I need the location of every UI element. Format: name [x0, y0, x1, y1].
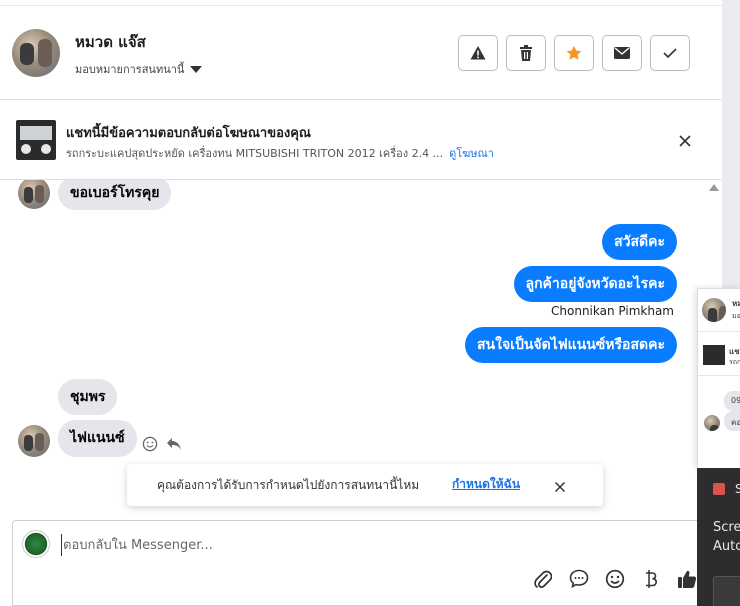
baht-icon — [644, 569, 658, 593]
incoming-message[interactable]: ไฟแนนซ์ — [58, 420, 137, 457]
scroll-up-arrow-icon[interactable] — [709, 184, 719, 191]
popup-button[interactable] — [713, 576, 740, 606]
notification-popup[interactable]: S Scre Auto — [697, 468, 740, 606]
trash-icon — [519, 45, 533, 61]
attach-button[interactable] — [531, 569, 554, 592]
overlapping-window[interactable]: หม มอ แช รถก 09 คอ — [697, 288, 740, 468]
contact-name[interactable]: หมวด แจ๊ส — [75, 30, 146, 54]
mark-unread-button[interactable] — [602, 35, 642, 71]
emoji-button[interactable] — [603, 569, 626, 592]
ad-banner-description: รถกระบะแคปสุดประหยัด เครื่องทน MITSUBISH… — [66, 144, 494, 162]
popup-text: Auto — [713, 539, 740, 554]
reply-icon[interactable] — [166, 436, 182, 456]
popup-title: S — [735, 482, 740, 496]
contact-avatar-small — [18, 180, 50, 209]
ad-reply-banner: แชทนี้มีข้อความตอบกลับต่อโฆษณาของคุณ รถก… — [0, 100, 722, 180]
incoming-message[interactable]: ชุมพร — [58, 379, 118, 415]
chat-bubble-icon — [569, 569, 589, 592]
close-ad-banner-button[interactable] — [678, 133, 692, 152]
popup-text: Scre — [713, 520, 740, 535]
app-icon — [713, 483, 725, 495]
caret-down-icon — [190, 65, 203, 73]
assign-to-me-link[interactable]: กำหนดให้ฉัน — [452, 475, 520, 494]
assign-dropdown[interactable]: มอบหมายการสนทนานี้ — [75, 60, 203, 78]
conversation-header: หมวด แจ๊ส มอบหมายการสนทนานี้ — [0, 6, 722, 100]
snippet-text: หม — [732, 299, 740, 308]
star-button[interactable] — [554, 35, 594, 71]
smile-icon — [605, 569, 625, 593]
spam-button[interactable] — [458, 35, 498, 71]
warning-icon — [470, 45, 486, 61]
outgoing-message[interactable]: สวัสดีคะ — [602, 224, 677, 260]
ad-description-text: รถกระบะแคปสุดประหยัด เครื่องทน MITSUBISH… — [66, 147, 444, 160]
check-icon — [663, 47, 677, 59]
star-icon — [566, 45, 582, 61]
like-button[interactable] — [675, 569, 698, 592]
outgoing-message[interactable]: สนใจเป็นจัดไฟแนนซ์หรือสดคะ — [465, 327, 677, 363]
envelope-icon — [614, 47, 630, 59]
mark-done-button[interactable] — [650, 35, 690, 71]
contact-avatar[interactable] — [12, 29, 60, 77]
close-icon — [554, 478, 566, 497]
close-icon — [678, 133, 692, 152]
view-ad-link[interactable]: ดูโฆษณา — [449, 147, 494, 160]
snippet-text: มอ — [732, 312, 740, 320]
ad-thumbnail — [703, 345, 725, 365]
incoming-message[interactable]: ขอเบอร์โทรคุย — [58, 180, 172, 210]
assign-prompt: คุณต้องการได้รับการกำหนดไปยังการสนทนานี้… — [127, 464, 603, 506]
close-assign-prompt-button[interactable] — [554, 478, 566, 497]
assign-label: มอบหมายการสนทนานี้ — [75, 63, 185, 76]
outgoing-message[interactable]: ลูกค้าอยู่จังหวัดอะไรคะ — [513, 266, 677, 302]
snippet-text: 09 — [731, 396, 740, 405]
message-actions — [142, 436, 182, 456]
reply-input[interactable] — [61, 534, 661, 556]
sender-name: Chonnikan Pimkham — [551, 304, 674, 318]
snippet-text: รถก — [729, 358, 740, 366]
ad-banner-title: แชทนี้มีข้อความตอบกลับต่อโฆษณาของคุณ — [66, 126, 311, 141]
contact-avatar-small — [18, 425, 50, 457]
page-avatar — [22, 530, 50, 558]
paperclip-icon — [533, 569, 552, 593]
inbox-conversation: หมวด แจ๊ส มอบหมายการสนทนานี้ แชทนี้มีข้อ… — [0, 0, 740, 606]
snippet-text: คอ — [731, 418, 740, 427]
payment-button[interactable] — [639, 569, 662, 592]
composer-tools — [531, 569, 698, 592]
thumbs-up-icon — [677, 569, 697, 593]
assign-prompt-text: คุณต้องการได้รับการกำหนดไปยังการสนทนานี้… — [157, 478, 420, 492]
contact-avatar-small — [702, 298, 726, 322]
contact-avatar-small — [704, 415, 720, 431]
ad-thumbnail[interactable] — [16, 120, 56, 160]
message-composer — [12, 520, 712, 606]
smile-icon[interactable] — [142, 436, 158, 456]
saved-replies-button[interactable] — [567, 569, 590, 592]
delete-button[interactable] — [506, 35, 546, 71]
